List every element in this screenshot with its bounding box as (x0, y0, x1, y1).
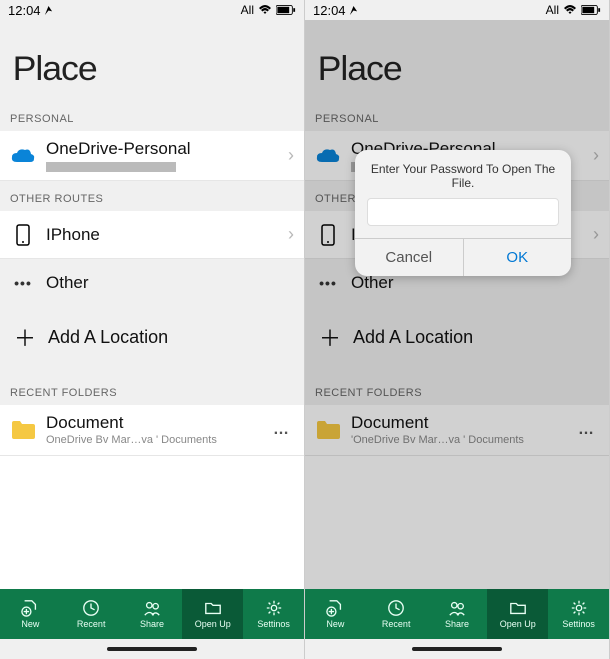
section-other-routes-header: OTHER ROUTES (0, 181, 304, 211)
status-time: 12:04 (313, 3, 346, 18)
tab-recent[interactable]: Recent (61, 589, 122, 639)
phone-icon (315, 224, 341, 246)
home-indicator[interactable] (412, 647, 502, 651)
bottom-tab-bar: New Recent Share Open Up Settinos (305, 589, 609, 639)
wifi-icon (563, 5, 577, 15)
page-title: Place (305, 20, 609, 101)
recent-folder-name: Document (46, 413, 259, 433)
add-location-row[interactable]: ＋ Add A Location (0, 307, 304, 367)
recent-folder-path: 'OneDrive Bv Mar…va ' Documents (351, 434, 564, 447)
ellipsis-icon: ••• (10, 275, 36, 291)
tab-open[interactable]: Open Up (182, 589, 243, 639)
right-panel: 12:04 All Place PERSONAL OneDrive-Person… (305, 0, 610, 659)
battery-icon (581, 5, 601, 15)
password-dialog: Enter Your Password To Open The File. Ca… (355, 150, 571, 276)
chevron-right-icon: › (593, 145, 599, 166)
chevron-right-icon: › (593, 224, 599, 245)
status-network-label: All (546, 3, 559, 17)
other-label: Other (351, 273, 599, 293)
location-icon (349, 6, 358, 15)
section-recent-header: RECENT FOLDERS (0, 375, 304, 405)
onedrive-row[interactable]: OneDrive-Personal › (0, 131, 304, 181)
ellipsis-icon: ••• (315, 275, 341, 291)
onedrive-label: OneDrive-Personal (46, 139, 278, 159)
recent-folder-row[interactable]: Document OneDrive Bv Mar…va ' Documents … (0, 405, 304, 456)
more-icon[interactable]: … (574, 421, 599, 439)
chevron-right-icon: › (288, 224, 294, 245)
tab-settings[interactable]: Settinos (243, 589, 304, 639)
tab-new[interactable]: New (305, 589, 366, 639)
onedrive-account-redacted (46, 162, 176, 172)
home-indicator[interactable] (107, 647, 197, 651)
more-icon[interactable]: … (269, 421, 294, 439)
cancel-button[interactable]: Cancel (355, 239, 464, 276)
other-label: Other (46, 273, 294, 293)
section-personal-header: PERSONAL (305, 101, 609, 131)
tab-open[interactable]: Open Up (487, 589, 548, 639)
wifi-icon (258, 5, 272, 15)
plus-icon: ＋ (14, 321, 36, 353)
iphone-label: IPhone (46, 225, 278, 245)
status-bar: 12:04 All (305, 0, 609, 20)
status-network-label: All (241, 3, 254, 17)
onedrive-icon (315, 148, 341, 164)
left-panel: 12:04 All Place PERSONAL OneDrive-Person… (0, 0, 305, 659)
add-location-row[interactable]: ＋ Add A Location (305, 307, 609, 367)
dialog-title: Enter Your Password To Open The File. (355, 150, 571, 198)
status-bar: 12:04 All (0, 0, 304, 20)
iphone-row[interactable]: IPhone › (0, 211, 304, 259)
add-location-label: Add A Location (353, 327, 473, 348)
tab-recent[interactable]: Recent (366, 589, 427, 639)
onedrive-icon (10, 148, 36, 164)
folder-icon (315, 420, 341, 440)
tab-share[interactable]: Share (122, 589, 183, 639)
add-location-label: Add A Location (48, 327, 168, 348)
section-personal-header: PERSONAL (0, 101, 304, 131)
plus-icon: ＋ (319, 321, 341, 353)
tab-new[interactable]: New (0, 589, 61, 639)
battery-icon (276, 5, 296, 15)
phone-icon (10, 224, 36, 246)
tab-settings[interactable]: Settinos (548, 589, 609, 639)
recent-folder-name: Document (351, 413, 564, 433)
recent-folder-row[interactable]: Document 'OneDrive Bv Mar…va ' Documents… (305, 405, 609, 456)
ok-button[interactable]: OK (464, 239, 572, 276)
bottom-tab-bar: New Recent Share Open Up Settinos (0, 589, 304, 639)
status-time: 12:04 (8, 3, 41, 18)
chevron-right-icon: › (288, 145, 294, 166)
tab-share[interactable]: Share (427, 589, 488, 639)
recent-folder-path: OneDrive Bv Mar…va ' Documents (46, 434, 259, 447)
other-row[interactable]: ••• Other (0, 259, 304, 307)
password-input[interactable] (367, 198, 559, 226)
section-recent-header: RECENT FOLDERS (305, 375, 609, 405)
page-title: Place (0, 20, 304, 101)
location-icon (44, 6, 53, 15)
folder-icon (10, 420, 36, 440)
